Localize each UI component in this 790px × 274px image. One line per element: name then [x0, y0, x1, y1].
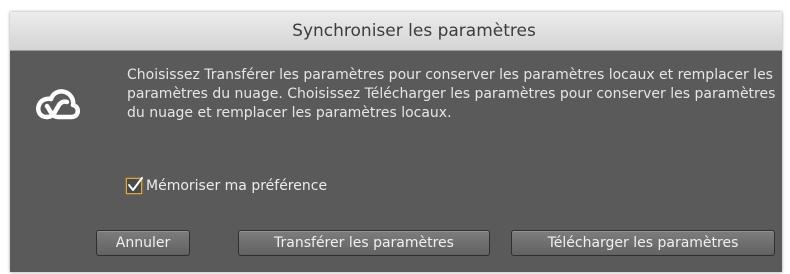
creative-cloud-icon [36, 89, 80, 120]
dialog-message: Choisissez Transférer les paramètres pou… [127, 67, 776, 121]
checkmark-icon [128, 177, 143, 191]
download-settings-button[interactable]: Télécharger les paramètres [511, 230, 775, 256]
remember-preference-label: Mémoriser ma préférence [146, 178, 328, 194]
dialog-titlebar: Synchroniser les paramètres [10, 12, 782, 51]
sync-settings-dialog: Synchroniser les paramètres Choisissez T… [10, 12, 782, 272]
remember-preference[interactable]: Mémoriser ma préférence [126, 177, 328, 194]
dialog-title: Synchroniser les paramètres [292, 21, 536, 41]
cancel-button[interactable]: Annuler [96, 230, 190, 256]
upload-settings-button[interactable]: Transférer les paramètres [238, 230, 490, 256]
remember-preference-checkbox[interactable] [126, 177, 143, 194]
